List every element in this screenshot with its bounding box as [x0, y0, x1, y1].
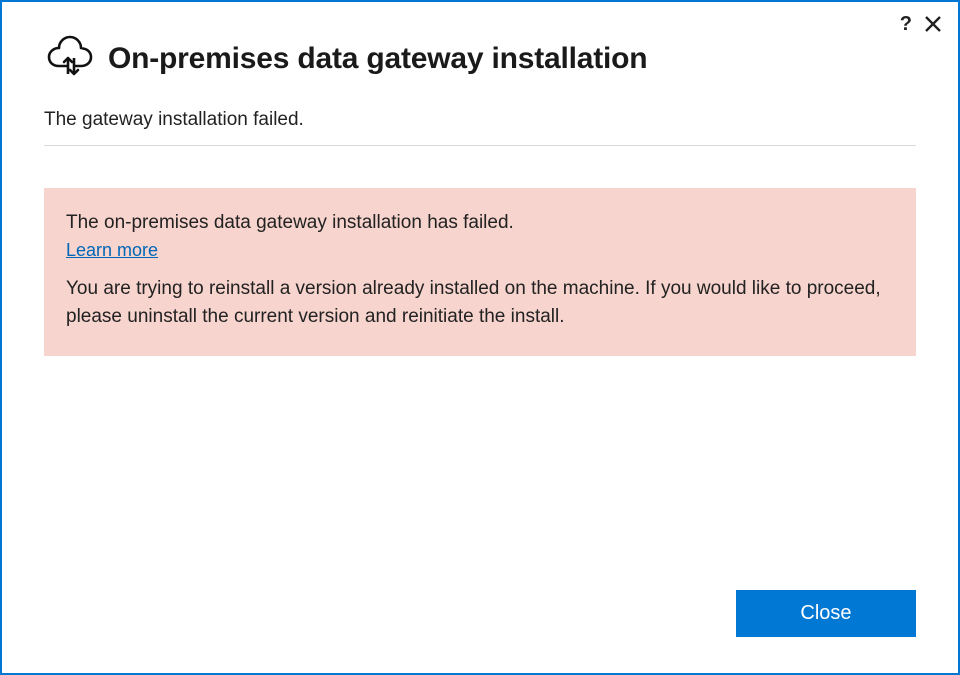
header: On-premises data gateway installation — [2, 2, 958, 109]
cloud-gateway-icon — [44, 34, 94, 83]
alert-body: You are trying to reinstall a version al… — [66, 275, 894, 330]
footer: Close — [2, 590, 958, 673]
learn-more-link[interactable]: Learn more — [66, 240, 158, 261]
installer-window: ? On-premises data gateway installation … — [0, 0, 960, 675]
titlebar-controls: ? — [900, 14, 942, 34]
status-row: The gateway installation failed. — [44, 109, 916, 146]
help-icon[interactable]: ? — [900, 14, 912, 34]
error-alert: The on-premises data gateway installatio… — [44, 188, 916, 356]
close-icon[interactable] — [924, 15, 942, 33]
alert-title: The on-premises data gateway installatio… — [66, 212, 894, 234]
page-title: On-premises data gateway installation — [108, 42, 647, 76]
status-message: The gateway installation failed. — [44, 109, 916, 131]
close-button[interactable]: Close — [736, 590, 916, 637]
